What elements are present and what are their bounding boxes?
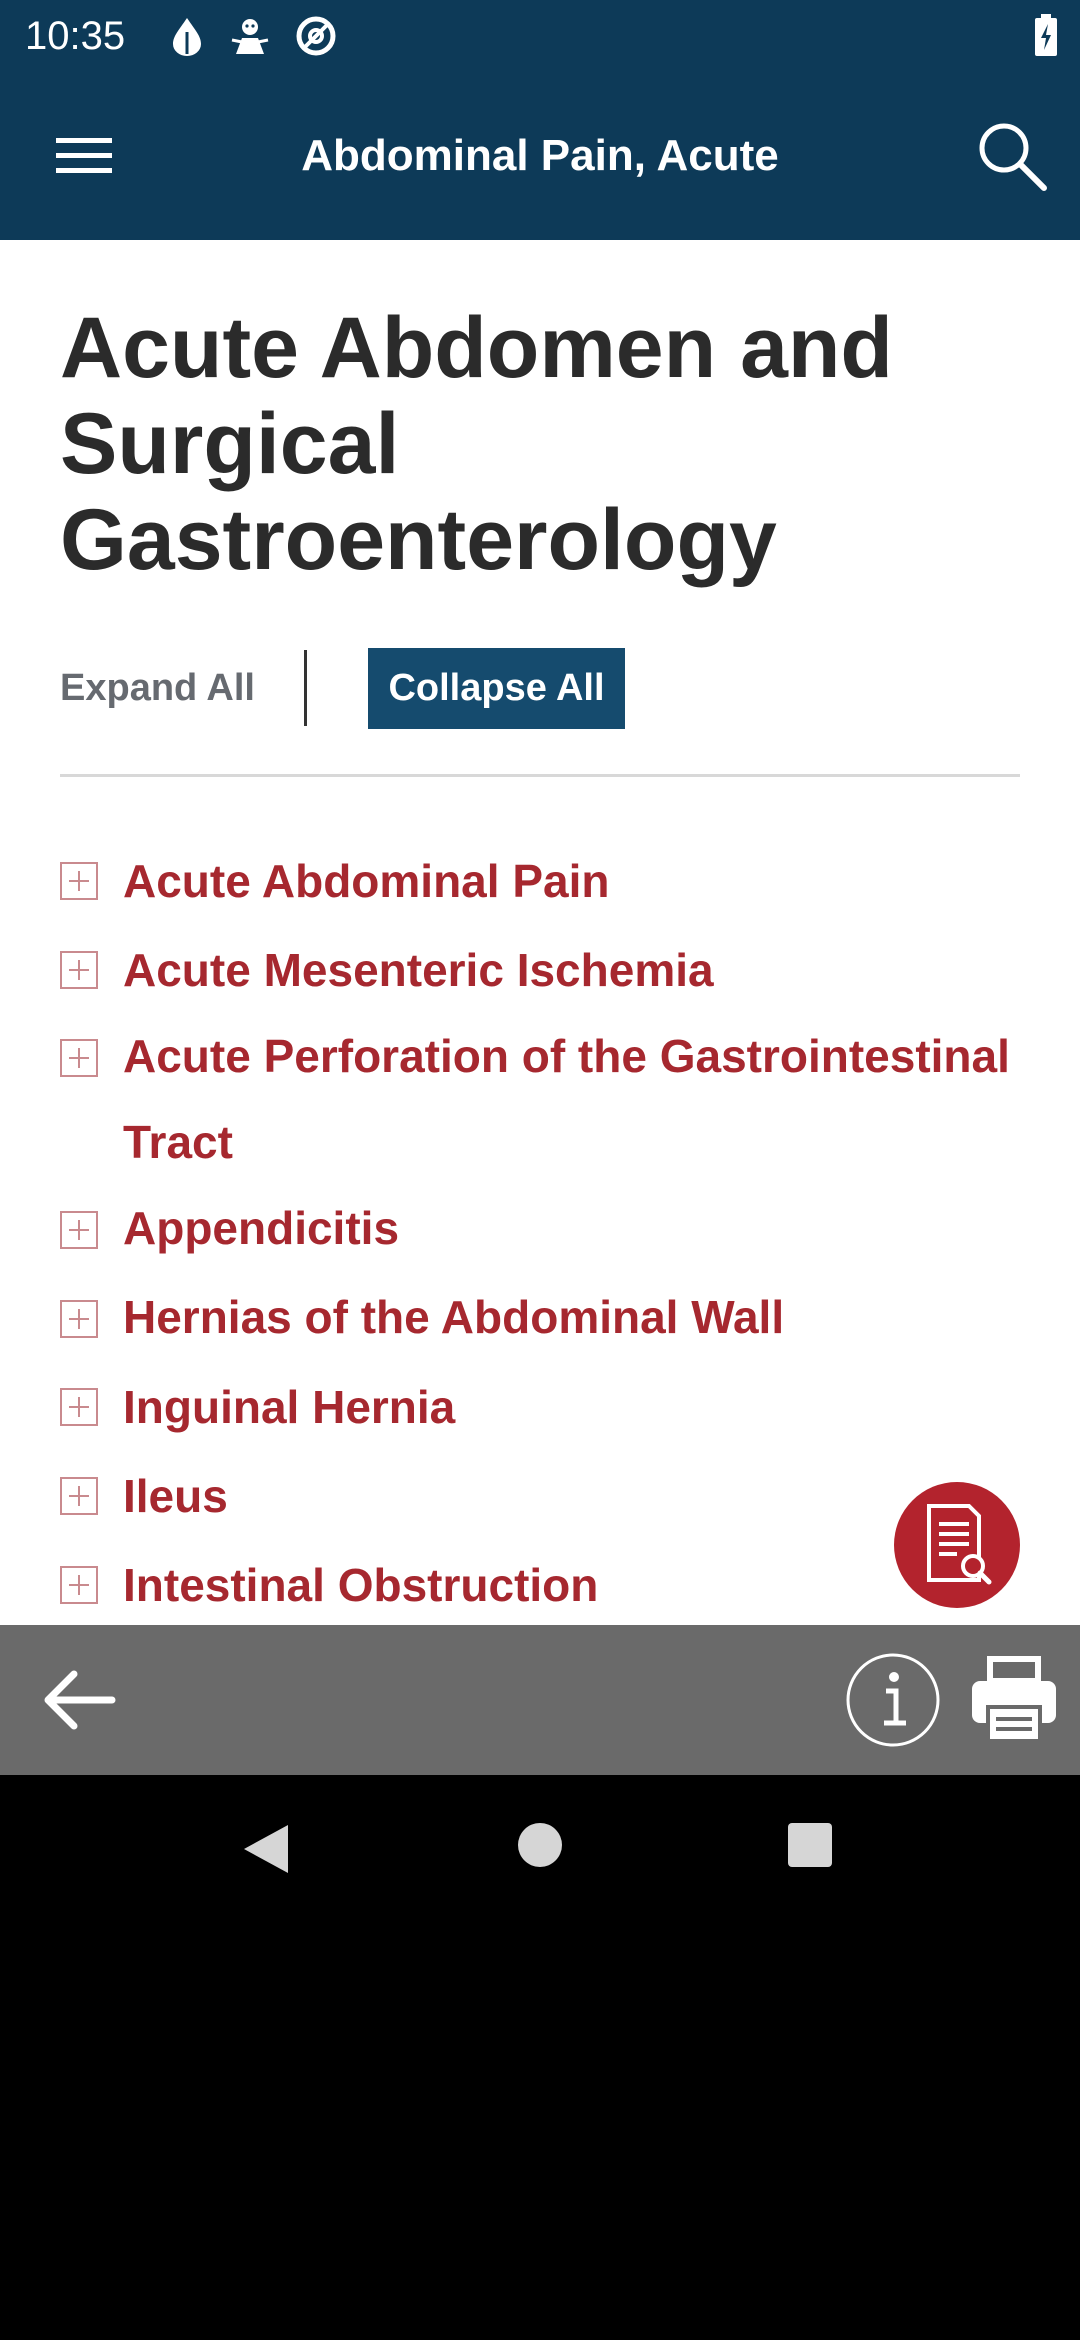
topic-label[interactable]: Inguinal Hernia xyxy=(123,1364,1080,1450)
search-icon[interactable] xyxy=(972,116,1052,196)
page-title: Acute Abdomen and Surgical Gastroenterol… xyxy=(60,300,893,588)
topic-item[interactable]: Acute Perforation of the Gastrointestina… xyxy=(60,1013,1020,1185)
topic-label[interactable]: Appendicitis xyxy=(123,1185,1080,1271)
nav-home-icon[interactable] xyxy=(516,1821,564,1869)
status-bar: 10:35 xyxy=(0,0,1080,72)
status-time: 10:35 xyxy=(25,14,126,58)
expand-all-button[interactable]: Expand All xyxy=(60,648,255,728)
expand-plus-icon[interactable] xyxy=(60,1211,98,1249)
topic-label[interactable]: Acute Perforation of the Gastrointestina… xyxy=(123,1013,1080,1099)
topic-item[interactable]: Acute Mesenteric Ischemia xyxy=(60,927,1020,1013)
battery-charging-icon xyxy=(1035,14,1057,56)
topic-label[interactable]: Hernias of the Abdominal Wall xyxy=(123,1274,1080,1360)
topic-item[interactable]: Inguinal Hernia xyxy=(60,1364,1020,1450)
printer-icon[interactable] xyxy=(968,1655,1060,1745)
topic-label-continued[interactable]: Tract xyxy=(123,1099,1080,1185)
android-debug-icon xyxy=(231,19,269,54)
topic-item[interactable]: Intestinal Obstruction xyxy=(60,1542,1020,1625)
expand-plus-icon[interactable] xyxy=(60,1039,98,1077)
screen: 10:35 Abdominal Pain, Acute Acute Abdome… xyxy=(0,0,1080,2340)
system-nav-bar xyxy=(0,1775,1080,1920)
expand-plus-icon[interactable] xyxy=(60,1477,98,1515)
topic-item[interactable]: Hernias of the Abdominal Wall xyxy=(60,1274,1020,1360)
bottom-toolbar xyxy=(0,1625,1080,1775)
topic-item[interactable]: Ileus xyxy=(60,1453,1020,1539)
topic-label[interactable]: Acute Abdominal Pain xyxy=(123,838,1080,924)
expand-plus-icon[interactable] xyxy=(60,1566,98,1604)
no-entry-at-icon xyxy=(296,16,336,56)
info-icon[interactable] xyxy=(846,1653,940,1747)
expand-plus-icon[interactable] xyxy=(60,1300,98,1338)
divider xyxy=(60,774,1020,777)
nav-recents-icon[interactable] xyxy=(786,1821,834,1869)
content-area: Acute Abdomen and Surgical Gastroenterol… xyxy=(0,240,1080,1625)
document-search-icon xyxy=(927,1504,992,1585)
collapse-all-button[interactable]: Collapse All xyxy=(368,648,625,729)
app-bar: Abdominal Pain, Acute xyxy=(0,72,1080,240)
toggle-divider xyxy=(304,650,307,726)
expand-plus-icon[interactable] xyxy=(60,951,98,989)
document-search-button[interactable] xyxy=(894,1482,1020,1608)
topic-label[interactable]: Acute Mesenteric Ischemia xyxy=(123,927,1080,1013)
app-bar-title: Abdominal Pain, Acute xyxy=(301,131,779,180)
hamburger-menu-icon[interactable] xyxy=(40,116,128,196)
expand-plus-icon[interactable] xyxy=(60,862,98,900)
topic-item[interactable]: Acute Abdominal Pain xyxy=(60,838,1020,924)
arrow-left-icon[interactable] xyxy=(34,1655,124,1745)
nav-back-icon[interactable] xyxy=(240,1821,296,1877)
topic-item[interactable]: Appendicitis xyxy=(60,1185,1020,1271)
leaf-drop-icon xyxy=(173,18,201,56)
expand-plus-icon[interactable] xyxy=(60,1388,98,1426)
